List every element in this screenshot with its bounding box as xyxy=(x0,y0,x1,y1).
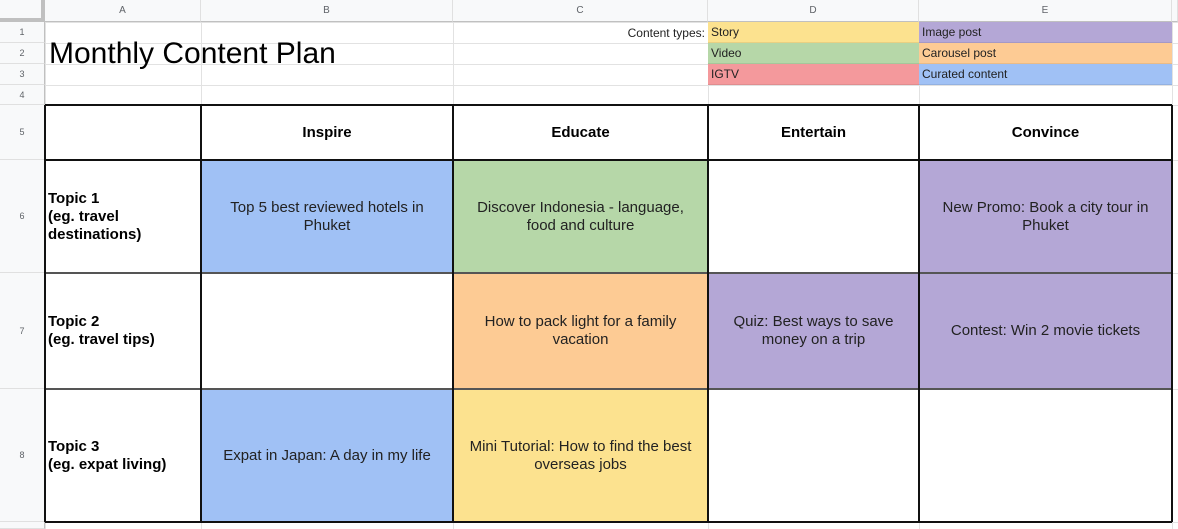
column-title-educate[interactable]: Educate xyxy=(453,105,708,160)
row-header-3[interactable]: 3 xyxy=(0,64,45,85)
table-border xyxy=(45,388,1172,390)
column-header-filler xyxy=(1172,0,1178,22)
row-header-1[interactable]: 1 xyxy=(0,22,45,43)
topic-label[interactable]: Topic 1 (eg. travel destinations) xyxy=(45,160,201,273)
column-header-c[interactable]: C xyxy=(453,0,708,22)
topic-label[interactable]: Topic 2 (eg. travel tips) xyxy=(45,273,201,389)
row-header-8[interactable]: 8 xyxy=(0,389,45,522)
row-header-filler xyxy=(0,522,45,529)
table-border xyxy=(200,105,202,522)
column-header-b[interactable]: B xyxy=(201,0,453,22)
content-cell[interactable]: Expat in Japan: A day in my life xyxy=(201,389,453,522)
content-cell[interactable] xyxy=(708,389,919,522)
table-border xyxy=(45,159,1172,161)
column-title-convince[interactable]: Convince xyxy=(919,105,1172,160)
table-border xyxy=(44,105,46,522)
content-cell[interactable]: How to pack light for a family vacation xyxy=(453,273,708,389)
content-cell[interactable]: New Promo: Book a city tour in Phuket xyxy=(919,160,1172,273)
content-cell[interactable]: Mini Tutorial: How to find the best over… xyxy=(453,389,708,522)
table-border xyxy=(1171,105,1173,522)
table-border xyxy=(452,105,454,522)
column-title-entertain[interactable]: Entertain xyxy=(708,105,919,160)
content-cell[interactable]: Contest: Win 2 movie tickets xyxy=(919,273,1172,389)
column-header-e[interactable]: E xyxy=(919,0,1172,22)
content-cell[interactable]: Top 5 best reviewed hotels in Phuket xyxy=(201,160,453,273)
table-border xyxy=(918,105,920,522)
select-all-corner[interactable] xyxy=(0,0,45,22)
column-title-inspire[interactable]: Inspire xyxy=(201,105,453,160)
table-corner-cell[interactable] xyxy=(45,105,201,160)
legend-item-curated-content: Curated content xyxy=(919,64,1172,85)
row-header-4[interactable]: 4 xyxy=(0,85,45,105)
legend-item-image-post: Image post xyxy=(919,22,1172,43)
content-cell[interactable] xyxy=(708,160,919,273)
row-header-5[interactable]: 5 xyxy=(0,105,45,160)
row-header-7[interactable]: 7 xyxy=(0,273,45,389)
topic-label[interactable]: Topic 3 (eg. expat living) xyxy=(45,389,201,522)
page-title: Monthly Content Plan xyxy=(49,37,336,70)
legend-item-story: Story xyxy=(708,22,919,43)
content-cell[interactable]: Quiz: Best ways to save money on a trip xyxy=(708,273,919,389)
legend-item-igtv: IGTV xyxy=(708,64,919,85)
row-header-2[interactable]: 2 xyxy=(0,43,45,64)
content-cell[interactable]: Discover Indonesia - language, food and … xyxy=(453,160,708,273)
legend-item-carousel-post: Carousel post xyxy=(919,43,1172,64)
table-border xyxy=(45,521,1172,523)
table-border xyxy=(707,105,709,522)
content-cell[interactable] xyxy=(201,273,453,389)
column-header-d[interactable]: D xyxy=(708,0,919,22)
row-header-6[interactable]: 6 xyxy=(0,160,45,273)
legend-label: Content types: xyxy=(627,25,705,40)
column-header-a[interactable]: A xyxy=(45,0,201,22)
legend-item-video: Video xyxy=(708,43,919,64)
gridline xyxy=(45,85,1178,86)
content-cell[interactable] xyxy=(919,389,1172,522)
table-border xyxy=(45,272,1172,274)
table-border xyxy=(45,104,1172,106)
